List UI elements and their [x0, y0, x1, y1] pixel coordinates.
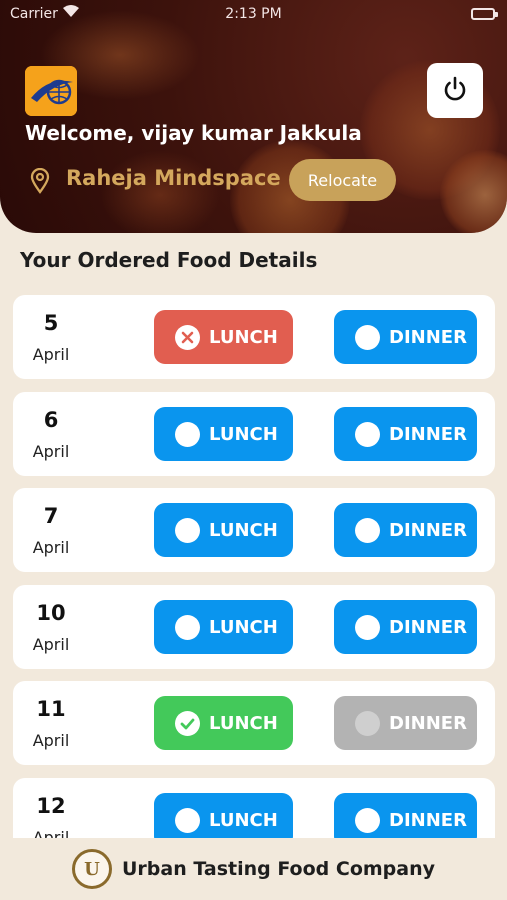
cross-circle-icon — [175, 324, 200, 350]
check-circle-icon — [175, 710, 200, 736]
day-number: 12 — [36, 794, 66, 818]
lunch-button[interactable]: LUNCH — [154, 696, 293, 750]
status-bar: Carrier 2:13 PM — [0, 0, 507, 28]
day-card: 6 April LUNCH DINNER — [13, 392, 495, 476]
dinner-button[interactable]: DINNER — [334, 793, 477, 838]
day-month: April — [32, 538, 70, 557]
footer: U Urban Tasting Food Company — [0, 838, 507, 900]
day-number: 5 — [43, 311, 59, 335]
logout-button[interactable] — [427, 63, 483, 118]
order-list[interactable]: 5 April LUNCH DINNER 6 April LUNCH DINNE… — [13, 295, 495, 838]
power-icon — [441, 75, 469, 107]
relocate-button[interactable]: Relocate — [289, 159, 396, 201]
lunch-label: LUNCH — [209, 519, 278, 541]
dinner-label: DINNER — [389, 326, 467, 348]
section-title: Your Ordered Food Details — [20, 248, 318, 272]
dinner-button[interactable]: DINNER — [334, 503, 477, 557]
day-month: April — [32, 635, 70, 654]
dinner-button[interactable]: DINNER — [334, 407, 477, 461]
empty-circle-icon — [355, 614, 380, 640]
battery-icon — [471, 8, 498, 20]
empty-circle-icon — [355, 710, 380, 736]
lunch-button[interactable]: LUNCH — [154, 407, 293, 461]
dinner-button[interactable]: DINNER — [334, 696, 477, 750]
empty-circle-icon — [355, 807, 380, 833]
day-card: 7 April LUNCH DINNER — [13, 488, 495, 572]
lunch-button[interactable]: LUNCH — [154, 310, 293, 364]
dinner-label: DINNER — [389, 809, 467, 831]
day-card: 10 April LUNCH DINNER — [13, 585, 495, 669]
day-number: 10 — [36, 601, 66, 625]
company-name: Urban Tasting Food Company — [122, 858, 435, 880]
lunch-button[interactable]: LUNCH — [154, 503, 293, 557]
day-card: 11 April LUNCH DINNER — [13, 681, 495, 765]
lunch-button[interactable]: LUNCH — [154, 600, 293, 654]
company-logo-letter: U — [84, 858, 100, 880]
day-number: 7 — [43, 504, 59, 528]
clock: 2:13 PM — [225, 6, 282, 22]
dinner-label: DINNER — [389, 616, 467, 638]
lunch-button[interactable]: LUNCH — [154, 793, 293, 838]
day-month: April — [32, 345, 70, 364]
dinner-label: DINNER — [389, 423, 467, 445]
empty-circle-icon — [175, 614, 200, 640]
food-photo-decoration — [100, 150, 220, 233]
day-card: 12 April LUNCH DINNER — [13, 778, 495, 838]
welcome-message: Welcome, vijay kumar Jakkula — [25, 121, 362, 145]
lunch-label: LUNCH — [209, 616, 278, 638]
dinner-label: DINNER — [389, 519, 467, 541]
empty-circle-icon — [355, 421, 380, 447]
day-card: 5 April LUNCH DINNER — [13, 295, 495, 379]
day-month: April — [32, 731, 70, 750]
empty-circle-icon — [175, 517, 200, 543]
day-number: 6 — [43, 408, 59, 432]
lunch-label: LUNCH — [209, 326, 278, 348]
current-location: Raheja Mindspace — [66, 166, 281, 190]
lunch-label: LUNCH — [209, 423, 278, 445]
globe-logo-icon — [25, 66, 77, 116]
day-month: April — [32, 828, 70, 838]
empty-circle-icon — [175, 421, 200, 447]
dinner-button[interactable]: DINNER — [334, 600, 477, 654]
location-pin-icon — [30, 167, 50, 198]
lunch-label: LUNCH — [209, 809, 278, 831]
empty-circle-icon — [355, 517, 380, 543]
dinner-label: DINNER — [389, 712, 467, 734]
dinner-button[interactable]: DINNER — [334, 310, 477, 364]
company-logo-icon: U — [72, 849, 112, 889]
empty-circle-icon — [175, 807, 200, 833]
lunch-label: LUNCH — [209, 712, 278, 734]
empty-circle-icon — [355, 324, 380, 350]
day-number: 11 — [36, 697, 66, 721]
day-month: April — [32, 442, 70, 461]
